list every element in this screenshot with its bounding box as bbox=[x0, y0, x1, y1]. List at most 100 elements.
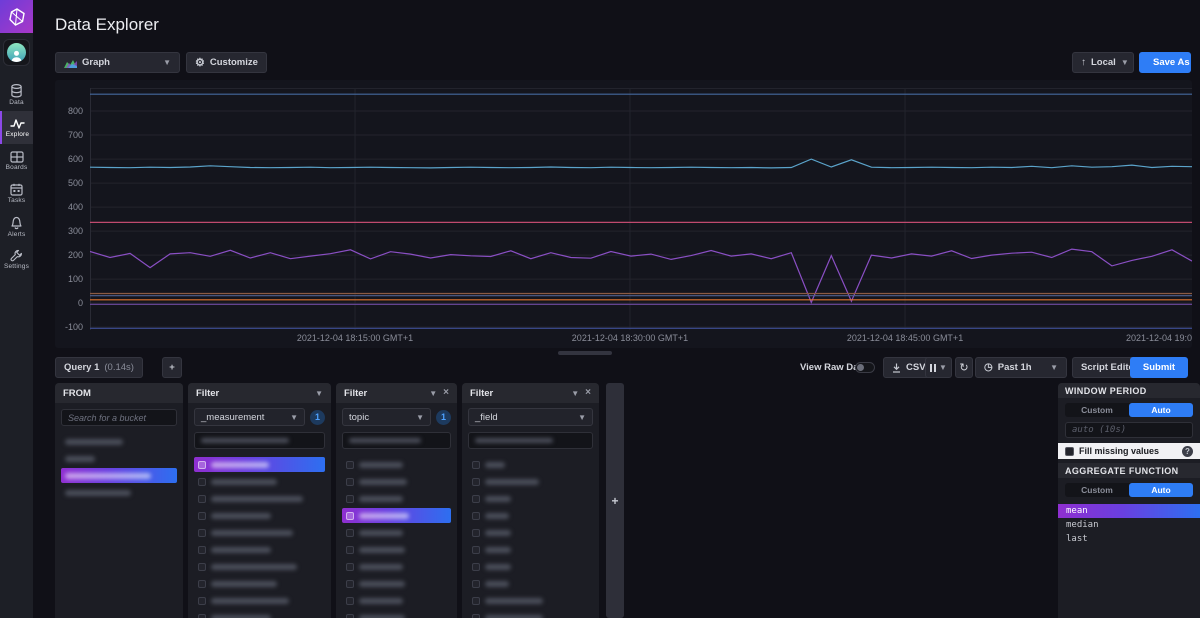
tag-value-item[interactable] bbox=[468, 593, 593, 608]
checkbox-icon[interactable] bbox=[346, 546, 354, 554]
tag-value-search-box[interactable] bbox=[194, 432, 325, 449]
bucket-search-input[interactable] bbox=[68, 413, 170, 423]
aggregate-function-option[interactable]: median bbox=[1058, 518, 1200, 532]
view-type-dropdown[interactable]: Graph ▼ bbox=[55, 52, 180, 73]
tag-value-item[interactable] bbox=[342, 542, 451, 557]
window-custom-option[interactable]: Custom bbox=[1065, 403, 1129, 417]
checkbox-icon[interactable] bbox=[346, 563, 354, 571]
scope-dropdown[interactable]: ↑ Local ▼ bbox=[1072, 52, 1134, 73]
tag-value-item[interactable] bbox=[468, 491, 593, 506]
fill-missing-checkbox[interactable] bbox=[1065, 447, 1074, 456]
tag-key-select[interactable]: topic ▼ bbox=[342, 408, 431, 426]
tag-value-item[interactable] bbox=[194, 525, 325, 540]
tag-value-item[interactable] bbox=[342, 457, 451, 472]
checkbox-icon[interactable] bbox=[346, 580, 354, 588]
close-icon[interactable]: × bbox=[443, 388, 449, 398]
checkbox-icon[interactable] bbox=[346, 478, 354, 486]
checkbox-icon[interactable] bbox=[198, 563, 206, 571]
tag-value-item[interactable] bbox=[194, 542, 325, 557]
checkbox-icon[interactable] bbox=[472, 546, 480, 554]
sidebar-item-settings[interactable]: Settings bbox=[0, 243, 33, 276]
tag-value-item[interactable] bbox=[342, 491, 451, 506]
save-as-button[interactable]: Save As bbox=[1139, 52, 1191, 73]
close-icon[interactable]: × bbox=[585, 388, 591, 398]
checkbox-icon[interactable] bbox=[198, 478, 206, 486]
checkbox-icon[interactable] bbox=[472, 461, 480, 469]
tag-value-item[interactable] bbox=[194, 457, 325, 472]
checkbox-icon[interactable] bbox=[472, 495, 480, 503]
tag-value-item[interactable] bbox=[342, 508, 451, 523]
filter-header[interactable]: Filter ▼ × bbox=[462, 383, 599, 403]
bucket-list-item[interactable] bbox=[61, 468, 177, 483]
tag-value-item[interactable] bbox=[342, 525, 451, 540]
tag-value-item[interactable] bbox=[194, 559, 325, 574]
checkbox-icon[interactable] bbox=[346, 597, 354, 605]
checkbox-icon[interactable] bbox=[346, 529, 354, 537]
tag-value-item[interactable] bbox=[194, 593, 325, 608]
filter-header[interactable]: Filter ▼ bbox=[188, 383, 331, 403]
tag-value-item[interactable] bbox=[468, 457, 593, 472]
tag-value-item[interactable] bbox=[342, 576, 451, 591]
add-query-button[interactable]: + bbox=[162, 357, 182, 378]
tag-value-item[interactable] bbox=[468, 610, 593, 618]
tag-value-item[interactable] bbox=[468, 576, 593, 591]
tag-value-item[interactable] bbox=[194, 491, 325, 506]
sidebar-item-explore[interactable]: Explore bbox=[0, 111, 33, 144]
checkbox-icon[interactable] bbox=[346, 461, 354, 469]
tag-value-item[interactable] bbox=[342, 593, 451, 608]
filter-header[interactable]: Filter ▼ × bbox=[336, 383, 457, 403]
add-filter-button[interactable]: + bbox=[606, 383, 624, 618]
tag-value-item[interactable] bbox=[342, 559, 451, 574]
tag-value-item[interactable] bbox=[194, 474, 325, 489]
checkbox-icon[interactable] bbox=[346, 512, 354, 520]
refresh-button[interactable]: ↻ bbox=[955, 357, 973, 378]
view-raw-data-toggle[interactable] bbox=[855, 362, 875, 373]
submit-button[interactable]: Submit bbox=[1130, 357, 1188, 378]
tag-value-item[interactable] bbox=[194, 610, 325, 618]
tag-value-item[interactable] bbox=[468, 559, 593, 574]
tag-key-select[interactable]: _measurement ▼ bbox=[194, 408, 305, 426]
aggregate-function-option[interactable]: mean bbox=[1058, 504, 1200, 518]
checkbox-icon[interactable] bbox=[198, 614, 206, 618]
query-tab[interactable]: Query 1 (0.14s) bbox=[55, 357, 143, 378]
window-period-input[interactable] bbox=[1072, 425, 1186, 435]
checkbox-icon[interactable] bbox=[198, 580, 206, 588]
checkbox-icon[interactable] bbox=[346, 614, 354, 618]
aggregate-auto-option[interactable]: Auto bbox=[1129, 483, 1193, 497]
tag-value-item[interactable] bbox=[468, 542, 593, 557]
tag-value-item[interactable] bbox=[194, 508, 325, 523]
checkbox-icon[interactable] bbox=[472, 478, 480, 486]
checkbox-icon[interactable] bbox=[198, 529, 206, 537]
tag-value-item[interactable] bbox=[468, 508, 593, 523]
user-avatar-button[interactable] bbox=[3, 39, 30, 66]
pause-dropdown-button[interactable]: ▼ bbox=[925, 357, 952, 378]
customize-button[interactable]: ⚙ Customize bbox=[186, 52, 267, 73]
checkbox-icon[interactable] bbox=[472, 563, 480, 571]
tag-value-item[interactable] bbox=[342, 610, 451, 618]
checkbox-icon[interactable] bbox=[198, 546, 206, 554]
tag-value-search-box[interactable] bbox=[468, 432, 593, 449]
tag-value-item[interactable] bbox=[194, 576, 325, 591]
checkbox-icon[interactable] bbox=[198, 461, 206, 469]
window-auto-option[interactable]: Auto bbox=[1129, 403, 1193, 417]
checkbox-icon[interactable] bbox=[198, 495, 206, 503]
tag-value-item[interactable] bbox=[468, 525, 593, 540]
chart-resize-handle[interactable] bbox=[558, 351, 612, 355]
chart-plot-area[interactable] bbox=[90, 88, 1192, 330]
bucket-list-item[interactable] bbox=[61, 485, 177, 500]
checkbox-icon[interactable] bbox=[472, 512, 480, 520]
sidebar-item-boards[interactable]: Boards bbox=[0, 144, 33, 177]
bucket-list-item[interactable] bbox=[61, 434, 177, 449]
checkbox-icon[interactable] bbox=[198, 512, 206, 520]
checkbox-icon[interactable] bbox=[198, 597, 206, 605]
sidebar-item-alerts[interactable]: Alerts bbox=[0, 210, 33, 243]
sidebar-item-tasks[interactable]: Tasks bbox=[0, 177, 33, 210]
checkbox-icon[interactable] bbox=[346, 495, 354, 503]
aggregate-function-option[interactable]: last bbox=[1058, 532, 1200, 546]
tag-value-item[interactable] bbox=[342, 474, 451, 489]
checkbox-icon[interactable] bbox=[472, 529, 480, 537]
tag-key-select[interactable]: _field ▼ bbox=[468, 408, 593, 426]
influxdb-logo[interactable] bbox=[0, 0, 33, 33]
checkbox-icon[interactable] bbox=[472, 580, 480, 588]
checkbox-icon[interactable] bbox=[472, 597, 480, 605]
